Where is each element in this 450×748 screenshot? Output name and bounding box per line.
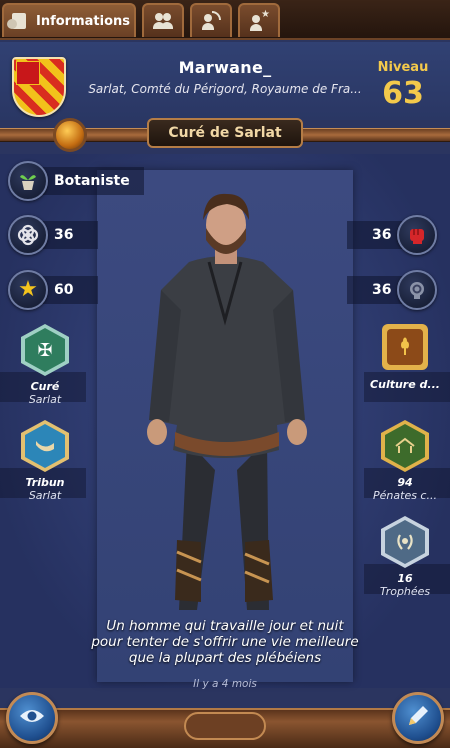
wheat-icon <box>387 329 423 365</box>
tab-informations[interactable]: Informations <box>2 3 136 37</box>
profile-card-icon <box>6 11 30 31</box>
stat-left-2-value: 60 <box>54 282 74 298</box>
stat-left-2[interactable]: ★ 60 <box>8 269 98 311</box>
player-location[interactable]: Sarlat, Comté du Périgord, Royaume de Fr… <box>80 82 370 96</box>
badge-culture-title: Culture d... <box>370 378 440 391</box>
plant-pot-icon <box>8 161 48 201</box>
badge-penates[interactable]: 94 Pénates c... <box>362 420 448 502</box>
badge-culture[interactable]: Culture d... <box>362 324 448 391</box>
pencil-icon <box>405 703 431 733</box>
skill-label: Botaniste <box>54 173 130 189</box>
tab-people[interactable] <box>142 3 184 37</box>
fist-icon <box>397 215 438 255</box>
orb-button[interactable] <box>53 118 87 152</box>
character-description: Un homme qui travaille jour et nuit pour… <box>91 618 359 666</box>
character-portrait[interactable] <box>97 170 353 682</box>
badge-trophees-title: 16 <box>397 572 413 585</box>
character-figure <box>147 193 307 610</box>
person-star-icon: ★ <box>248 9 270 31</box>
badge-cure[interactable]: ✠ Curé Sarlat <box>2 324 88 406</box>
badge-trophees-subtitle: Trophées <box>379 585 431 598</box>
level-value: 63 <box>382 76 424 111</box>
stat-right-2-value: 36 <box>372 282 392 298</box>
brain-gear-icon <box>397 270 438 310</box>
badge-penates-subtitle: Pénates c... <box>373 489 437 502</box>
horn-icon <box>25 424 65 468</box>
stat-left-1-value: 36 <box>54 227 74 243</box>
people-icon <box>152 11 174 31</box>
badge-penates-title: 94 <box>397 476 413 489</box>
ornate-band: Curé de Sarlat <box>0 118 450 154</box>
star-icon: ★ <box>8 270 48 310</box>
view-button[interactable] <box>6 692 58 744</box>
coat-of-arms-icon[interactable] <box>12 57 66 117</box>
bottom-bar <box>0 688 450 748</box>
profile-header: Marwane_ Sarlat, Comté du Périgord, Roya… <box>0 42 450 120</box>
person-signal-icon <box>200 11 222 31</box>
badge-trophees[interactable]: 16 Trophées <box>362 516 448 598</box>
knot-icon <box>8 215 48 255</box>
stat-right-1-value: 36 <box>372 227 392 243</box>
level-label: Niveau <box>377 60 429 75</box>
badge-tribun-subtitle: Sarlat <box>28 489 62 502</box>
title-plaque: Curé de Sarlat <box>147 118 303 148</box>
bottom-ornament <box>184 712 266 740</box>
tab-person-star[interactable]: ★ <box>238 3 280 37</box>
stat-right-1[interactable]: 36 <box>347 214 438 256</box>
stat-left-1[interactable]: 36 <box>8 214 98 256</box>
skill-botaniste[interactable]: Botaniste <box>8 160 144 202</box>
tab-bar: Informations ★ <box>0 0 450 40</box>
cross-icon: ✠ <box>25 328 65 372</box>
house-icon <box>385 424 425 468</box>
tab-informations-label: Informations <box>35 13 130 29</box>
profile-main: Botaniste 36 ★ 60 36 36 ✠ Curé Sarlat Tr… <box>0 154 450 690</box>
laurel-icon <box>385 520 425 564</box>
edit-button[interactable] <box>392 692 444 744</box>
badge-cure-title: Curé <box>30 380 60 393</box>
tab-person-signal[interactable] <box>190 3 232 37</box>
eye-icon <box>18 707 46 729</box>
badge-tribun[interactable]: Tribun Sarlat <box>2 420 88 502</box>
player-name: Marwane_ <box>178 58 272 77</box>
badge-tribun-title: Tribun <box>25 476 65 489</box>
stat-right-2[interactable]: 36 <box>347 269 438 311</box>
badge-cure-subtitle: Sarlat <box>28 393 62 406</box>
